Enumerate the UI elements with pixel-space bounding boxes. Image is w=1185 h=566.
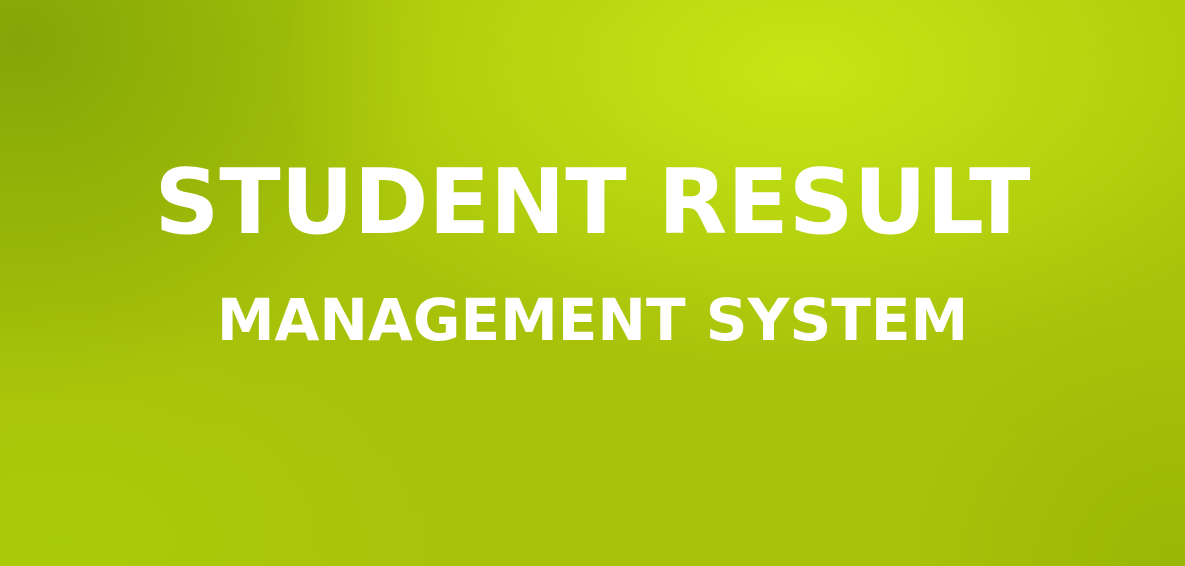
title-banner: STUDENT RESULT MANAGEMENT SYSTEM: [0, 0, 1185, 566]
banner-title: STUDENT RESULT: [154, 150, 1031, 255]
banner-subtitle: MANAGEMENT SYSTEM: [216, 286, 969, 354]
